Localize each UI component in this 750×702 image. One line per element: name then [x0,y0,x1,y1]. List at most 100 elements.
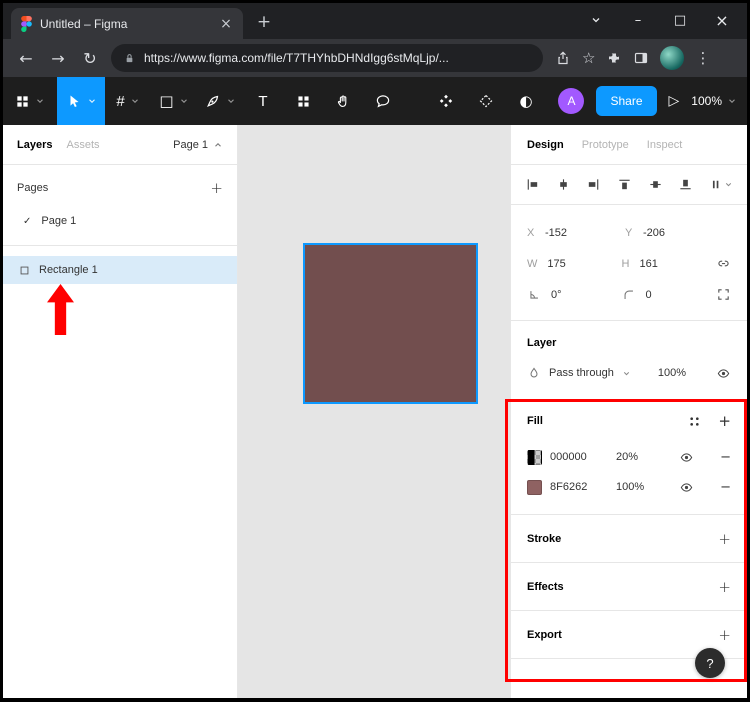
tab-close-icon[interactable]: × [217,15,235,33]
zoom-level: 100% [691,94,722,108]
rotation-field[interactable]: 0° [527,288,622,302]
page-selector-label: Page 1 [173,139,208,151]
independent-corners-icon[interactable] [716,287,731,302]
add-effect-button[interactable]: + [718,578,731,596]
shape-tool[interactable]: □ [151,77,197,125]
create-component-button[interactable] [429,77,463,125]
fill-color-swatch[interactable] [527,450,542,465]
fill-hex-field[interactable]: 8F6262 [550,481,608,493]
use-as-mask-button[interactable]: ◐ [509,77,543,125]
remove-fill-button[interactable]: − [720,450,731,465]
blend-mode-select[interactable]: Pass through [549,367,614,379]
text-tool-icon: T [258,93,267,110]
page-list-item[interactable]: ✓ Page 1 [3,207,237,235]
fill-visibility-eye-icon[interactable] [679,480,694,495]
tab-assets[interactable]: Assets [66,139,99,151]
styles-icon[interactable] [687,414,702,429]
export-title: Export [527,629,562,641]
add-stroke-button[interactable]: + [718,530,731,548]
user-avatar[interactable]: A [558,88,584,114]
fill-color-swatch[interactable] [527,480,542,495]
tab-prototype[interactable]: Prototype [582,139,629,151]
canvas[interactable] [238,125,510,698]
component-set-button[interactable] [469,77,503,125]
canvas-rectangle[interactable] [303,243,478,404]
forward-button[interactable]: → [43,44,73,72]
extensions-icon[interactable] [606,50,622,66]
comment-bubble-icon [375,93,391,109]
add-fill-button[interactable]: + [718,412,731,430]
fill-visibility-eye-icon[interactable] [679,450,694,465]
zoom-control[interactable]: 100% [691,94,737,108]
y-position-field[interactable]: Y -206 [625,227,723,239]
comment-tool[interactable] [363,77,403,125]
move-tool[interactable] [57,77,105,125]
bookmark-star-icon[interactable]: ☆ [582,49,595,67]
width-field[interactable]: W 175 [527,258,622,270]
lock-icon [123,52,136,65]
align-top-icon[interactable] [617,177,632,192]
text-tool[interactable]: T [243,77,283,125]
align-bottom-icon[interactable] [678,177,693,192]
layer-list-item-rectangle[interactable]: Rectangle 1 [3,256,237,284]
tab-search-chevron-icon[interactable] [575,3,617,37]
layer-section: Layer Pass through 100% [511,321,747,400]
new-tab-button[interactable]: + [251,9,277,35]
main-content: Layers Assets Page 1 Pages + ✓ Page 1 Re… [3,125,747,698]
address-bar[interactable]: https://www.figma.com/file/T7THYhbDHNdIg… [111,44,543,72]
navbar-actions: ☆ ⋮ [555,46,710,70]
height-label: H [622,258,630,270]
present-play-icon[interactable]: ▷ [669,93,680,109]
cursor-icon [66,93,82,109]
distribute-icon[interactable] [709,177,733,192]
browser-menu-kebab-icon[interactable]: ⋮ [695,49,710,67]
pen-tool[interactable] [197,77,243,125]
fill-opacity-field[interactable]: 20% [616,451,638,463]
x-position-field[interactable]: X -152 [527,227,625,239]
tab-design[interactable]: Design [527,139,564,151]
share-button[interactable]: Share [596,86,656,116]
height-field[interactable]: H 161 [622,258,717,270]
fill-hex-field[interactable]: 000000 [550,451,608,463]
corner-radius-field[interactable]: 0 [622,288,717,302]
pen-icon [205,93,221,109]
remove-fill-button[interactable]: − [720,480,731,495]
layers-panel-header: Layers Assets Page 1 [3,125,237,165]
browser-tab[interactable]: Untitled – Figma × [11,8,243,39]
main-menu-button[interactable] [3,77,57,125]
layer-opacity-field[interactable]: 100% [658,367,686,379]
x-value: -152 [545,227,567,239]
layer-visibility-eye-icon[interactable] [716,366,731,381]
fill-section-header: Fill + [511,400,747,442]
align-horizontal-center-icon[interactable] [556,177,571,192]
maximize-button[interactable]: □ [659,3,701,37]
frame-tool[interactable]: # [105,77,151,125]
help-button[interactable]: ? [695,648,725,678]
profile-avatar[interactable] [660,46,684,70]
page-selector[interactable]: Page 1 [173,139,223,151]
align-right-icon[interactable] [586,177,601,192]
tab-inspect[interactable]: Inspect [647,139,682,151]
add-page-button[interactable]: + [210,179,223,197]
close-window-button[interactable]: × [701,3,743,37]
toolbar-right-group: A Share ▷ 100% [558,86,747,116]
minimize-button[interactable]: – [617,3,659,37]
blend-mode-icon [527,366,541,380]
stroke-title: Stroke [527,533,561,545]
alignment-row [511,165,747,205]
align-vertical-center-icon[interactable] [648,177,663,192]
fill-opacity-field[interactable]: 100% [616,481,644,493]
constrain-proportions-icon[interactable] [716,256,731,271]
add-export-button[interactable]: + [718,626,731,644]
hand-tool[interactable] [323,77,363,125]
back-button[interactable]: ← [11,44,41,72]
align-left-icon[interactable] [525,177,540,192]
fill-section: Fill + 000000 20% − 8F6262 100% [511,400,747,515]
tab-layers[interactable]: Layers [17,139,52,151]
resources-tool[interactable] [283,77,323,125]
figma-toolbar: # □ T ◐ [3,77,747,125]
reload-button[interactable]: ↻ [75,44,105,72]
share-page-icon[interactable] [555,50,571,66]
width-value: 175 [547,258,565,270]
side-panel-icon[interactable] [633,50,649,66]
